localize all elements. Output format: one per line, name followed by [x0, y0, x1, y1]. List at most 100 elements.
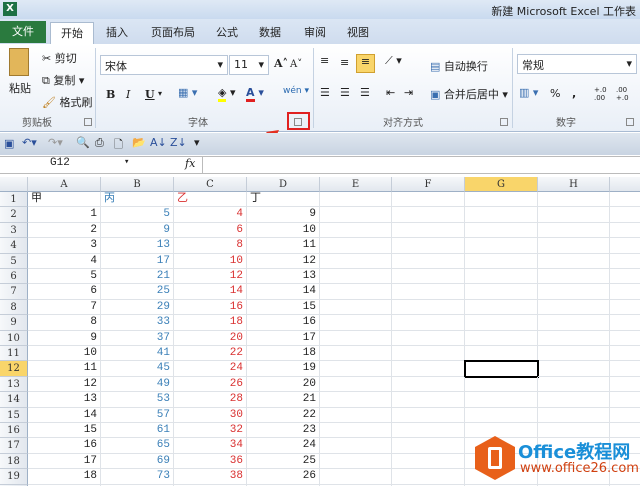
cell[interactable]	[610, 315, 640, 331]
data-cell[interactable]: 6	[28, 284, 101, 300]
data-cell[interactable]: 45	[101, 361, 174, 377]
sort-descending-icon[interactable]: Z↓	[170, 136, 187, 149]
cell[interactable]	[538, 330, 610, 346]
data-cell[interactable]: 29	[101, 299, 174, 316]
cell[interactable]	[610, 300, 640, 316]
data-cell[interactable]: 73	[101, 469, 174, 485]
cell[interactable]	[320, 361, 392, 377]
data-cell[interactable]: 4	[174, 207, 247, 223]
cell[interactable]	[392, 269, 465, 285]
cell[interactable]	[465, 192, 538, 208]
border-button[interactable]: ▦ ▾	[178, 86, 197, 99]
data-cell[interactable]: 21	[247, 392, 320, 408]
data-cell[interactable]: 2	[28, 222, 101, 239]
alignment-launcher-icon[interactable]	[500, 118, 508, 126]
data-cell[interactable]: 1	[28, 207, 101, 223]
data-cell[interactable]: 17	[101, 253, 174, 269]
merge-center-button[interactable]: ▣ 合并后居中 ▾	[430, 86, 508, 102]
row-header[interactable]: 7	[0, 284, 28, 300]
data-cell[interactable]: 18	[28, 469, 101, 485]
data-cell[interactable]: 10	[28, 346, 101, 362]
row-header[interactable]: 2	[0, 207, 28, 223]
cell[interactable]	[538, 361, 610, 377]
cell[interactable]	[392, 392, 465, 408]
data-cell[interactable]: 4	[28, 253, 101, 269]
cell[interactable]	[465, 330, 538, 346]
row-header[interactable]: 10	[0, 330, 28, 346]
cell[interactable]	[610, 346, 640, 362]
tab-file[interactable]: 文件	[0, 21, 46, 43]
data-cell[interactable]: 9	[247, 207, 320, 223]
cell[interactable]	[320, 269, 392, 285]
data-cell[interactable]: 13	[101, 238, 174, 254]
align-top-button[interactable]: ≡	[320, 54, 329, 67]
tab-page-layout[interactable]: 页面布局	[145, 22, 201, 44]
new-document-icon[interactable]: 🗋	[114, 136, 123, 155]
cell[interactable]	[465, 407, 538, 423]
underline-button[interactable]: U	[145, 88, 155, 101]
cell[interactable]	[392, 253, 465, 269]
font-dialog-launcher-icon[interactable]	[294, 118, 302, 126]
cell[interactable]	[610, 254, 640, 269]
cell[interactable]	[320, 453, 392, 470]
data-cell[interactable]: 23	[247, 423, 320, 439]
cell[interactable]	[465, 346, 538, 362]
data-cell[interactable]: 10	[247, 222, 320, 239]
print-icon[interactable]: ⎙	[95, 136, 104, 150]
cell[interactable]	[538, 407, 610, 423]
cell[interactable]	[610, 423, 640, 439]
cell[interactable]	[320, 346, 392, 362]
data-cell[interactable]: 10	[174, 253, 247, 269]
cell[interactable]	[538, 315, 610, 331]
data-cell[interactable]: 5	[28, 269, 101, 285]
data-cell[interactable]: 12	[174, 269, 247, 285]
decrease-decimal-button[interactable]: .00 +.0	[616, 86, 634, 102]
row-header[interactable]: 19	[0, 469, 28, 485]
font-name-select[interactable]: 宋体 ▾	[100, 55, 228, 75]
cell[interactable]	[538, 192, 610, 208]
data-cell[interactable]: 14	[28, 407, 101, 423]
cell[interactable]	[392, 438, 465, 454]
copy-button[interactable]: ⧉ 复制 ▾	[42, 72, 84, 88]
cell[interactable]	[538, 423, 610, 439]
tab-data[interactable]: 数据	[253, 22, 287, 44]
data-cell[interactable]: 28	[174, 392, 247, 408]
cell[interactable]	[392, 238, 465, 254]
column-header-F[interactable]: F	[392, 177, 465, 192]
cell[interactable]	[320, 207, 392, 223]
data-cell[interactable]: 41	[101, 346, 174, 362]
cell[interactable]	[465, 299, 538, 316]
paste-icon[interactable]	[9, 48, 29, 76]
save-icon[interactable]: ▣	[4, 137, 14, 150]
row-header[interactable]: 11	[0, 346, 28, 362]
cell[interactable]	[538, 238, 610, 254]
cell[interactable]	[320, 438, 392, 454]
selected-cell-g12[interactable]	[464, 360, 539, 378]
cell[interactable]	[610, 284, 640, 300]
data-cell[interactable]: 7	[28, 299, 101, 316]
data-cell[interactable]: 20	[247, 376, 320, 393]
font-size-select[interactable]: 11 ▾	[229, 55, 269, 75]
cell[interactable]	[392, 376, 465, 393]
cell[interactable]	[465, 284, 538, 300]
data-cell[interactable]: 57	[101, 407, 174, 423]
data-cell[interactable]: 15	[247, 299, 320, 316]
data-cell[interactable]: 20	[174, 330, 247, 346]
open-folder-icon[interactable]: 📂	[132, 136, 146, 149]
data-cell[interactable]: 12	[247, 253, 320, 269]
format-painter-button[interactable]: 🖌 格式刷	[42, 94, 92, 110]
cell[interactable]	[392, 299, 465, 316]
data-cell[interactable]: 61	[101, 423, 174, 439]
number-format-select[interactable]: 常规 ▾	[517, 54, 637, 74]
column-header-B[interactable]: B	[101, 177, 174, 192]
data-cell[interactable]: 33	[101, 315, 174, 331]
cell[interactable]	[392, 469, 465, 485]
data-cell[interactable]: 36	[174, 453, 247, 470]
data-cell[interactable]: 53	[101, 392, 174, 408]
data-cell[interactable]: 16	[174, 299, 247, 316]
shrink-font-button[interactable]: A˅	[290, 59, 302, 70]
cell[interactable]	[538, 376, 610, 393]
cell[interactable]	[392, 207, 465, 223]
orientation-button[interactable]: ⟋ ▾	[385, 54, 402, 68]
cell[interactable]	[610, 392, 640, 408]
